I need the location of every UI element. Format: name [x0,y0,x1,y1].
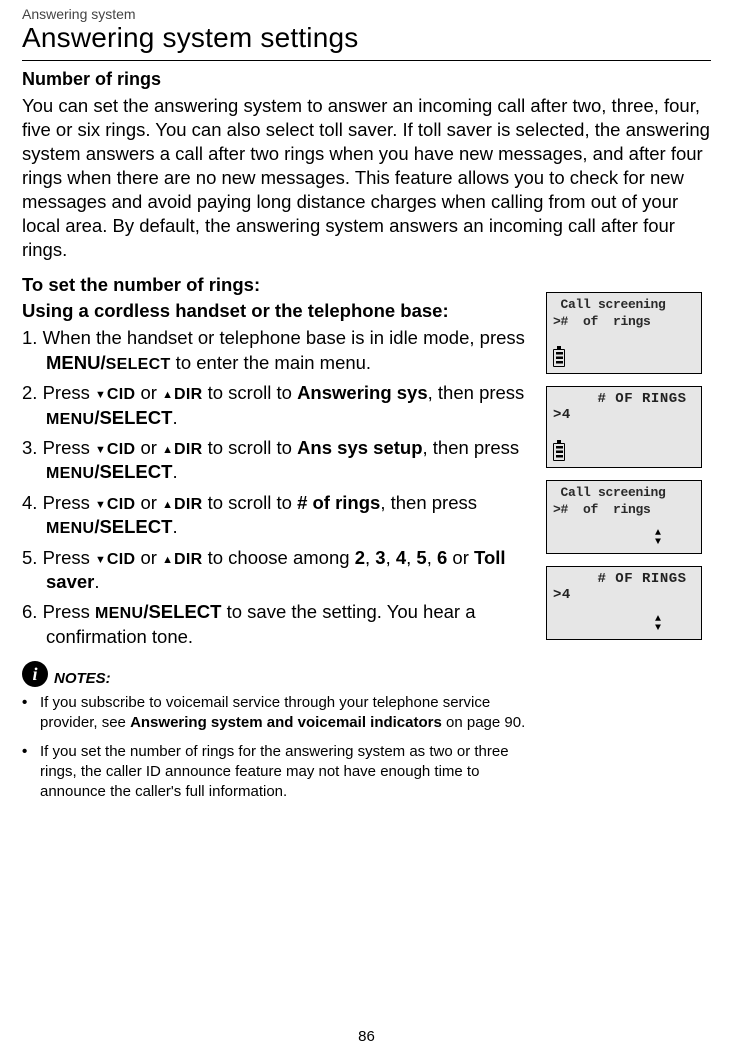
step-1-text-a: When the handset or telephone base is in… [43,327,525,348]
step-2-target: Answering sys [297,382,428,403]
step-3-menu: MENU [46,465,94,482]
step-6-press: Press [43,601,95,622]
step-5-opt-2: 2 [355,547,365,568]
down-arrow-icon [95,492,107,513]
step-4: 4. Press CID or DIR to scroll to # of ri… [22,491,532,540]
step-5-cid: CID [107,551,135,568]
step-4-then: , then press [380,492,477,513]
step-6-select: /SELECT [143,601,221,622]
step-1-select: SELECT [106,356,171,373]
main-content: To set the number of rings: Using a cord… [22,274,532,810]
step-2-dir: DIR [174,386,202,403]
step-3-cid: CID [107,441,135,458]
up-arrow-icon [162,492,174,513]
step-1-menu: MENU/ [46,352,106,373]
lcd-screen-3: Call screening ># of rings ▲▼ [546,480,702,554]
up-arrow-icon [162,437,174,458]
step-5-opt-4: 4 [396,547,406,568]
steps-list: 1. When the handset or telephone base is… [22,326,532,649]
step-3-or: or [135,437,162,458]
subheading-device: Using a cordless handset or the telephon… [22,300,532,322]
step-5-opt-5: 5 [416,547,426,568]
step-6: 6. Press MENU/SELECT to save the setting… [22,600,532,649]
step-5-opt-6: 6 [437,547,447,568]
step-3-select: /SELECT [94,461,172,482]
intro-paragraph: You can set the answering system to answ… [22,94,711,262]
step-2-select: /SELECT [94,407,172,428]
step-2-press: Press [43,382,95,403]
step-5-end: . [94,571,99,592]
lcd-screen-2: # OF RINGS >4 [546,386,702,468]
up-arrow-icon [162,547,174,568]
lcd-4-line-1: # OF RINGS [553,571,695,587]
lcd-screen-1: Call screening ># of rings [546,292,702,374]
divider [22,60,711,61]
step-3-scroll: to scroll to [202,437,297,458]
step-2-menu: MENU [46,411,94,428]
step-5: 5. Press CID or DIR to choose among 2, 3… [22,546,532,595]
step-3-target: Ans sys setup [297,437,422,458]
step-5-press: Press [43,547,95,568]
step-6-menu: MENU [95,605,143,622]
step-5-choose: to choose among [202,547,354,568]
note-2-text: If you set the number of rings for the a… [40,743,509,801]
step-4-select: /SELECT [94,516,172,537]
step-1: 1. When the handset or telephone base is… [22,326,532,375]
note-2: •If you set the number of rings for the … [22,742,532,803]
note-1: •If you subscribe to voicemail service t… [22,693,532,734]
lcd-3-line-1: Call screening [553,485,695,501]
notes-list: •If you subscribe to voicemail service t… [22,693,532,802]
step-4-end: . [172,516,177,537]
step-4-target: # of rings [297,492,380,513]
lcd-illustrations: Call screening ># of rings # OF RINGS >4… [546,274,711,810]
step-3-press: Press [43,437,95,458]
step-5-dir: DIR [174,551,202,568]
step-2: 2. Press CID or DIR to scroll to Answeri… [22,381,532,430]
lcd-3-line-2: ># of rings [553,502,695,518]
step-4-scroll: to scroll to [202,492,297,513]
lcd-4-line-2: >4 [553,587,695,603]
lcd-screen-4: # OF RINGS >4 ▲▼ [546,566,702,640]
step-3-dir: DIR [174,441,202,458]
note-1-c: on page 90. [442,714,525,731]
battery-icon [553,349,565,367]
up-arrow-icon [162,382,174,403]
step-4-or: or [135,492,162,513]
page-title: Answering system settings [22,22,711,54]
step-3-then: , then press [423,437,520,458]
step-2-then: , then press [428,382,525,403]
step-2-end: . [172,407,177,428]
lcd-2-line-2: >4 [553,407,695,423]
down-arrow-icon [95,437,107,458]
step-4-press: Press [43,492,95,513]
step-5-or: or [135,547,162,568]
notes-label: NOTES: [54,670,111,687]
step-5-or2: or [447,547,474,568]
step-2-cid: CID [107,386,135,403]
breadcrumb: Answering system [22,6,711,22]
step-3-end: . [172,461,177,482]
section-heading: Number of rings [22,69,711,90]
info-icon: i [22,661,48,687]
lcd-2-line-1: # OF RINGS [553,391,695,407]
scroll-arrows-icon: ▲▼ [655,529,661,547]
lcd-1-line-2: ># of rings [553,314,695,330]
step-1-text-d: to enter the main menu. [171,352,372,373]
step-4-dir: DIR [174,496,202,513]
step-2-or: or [135,382,162,403]
scroll-arrows-icon: ▲▼ [655,615,661,633]
step-4-cid: CID [107,496,135,513]
page-number: 86 [0,1028,733,1045]
lcd-1-line-1: Call screening [553,297,695,313]
battery-icon [553,443,565,461]
subheading-set-rings: To set the number of rings: [22,274,532,296]
note-1-b: Answering system and voicemail indicator… [130,714,442,731]
step-2-scroll: to scroll to [202,382,297,403]
step-3: 3. Press CID or DIR to scroll to Ans sys… [22,436,532,485]
step-5-opt-3: 3 [375,547,385,568]
down-arrow-icon [95,547,107,568]
down-arrow-icon [95,382,107,403]
step-4-menu: MENU [46,520,94,537]
